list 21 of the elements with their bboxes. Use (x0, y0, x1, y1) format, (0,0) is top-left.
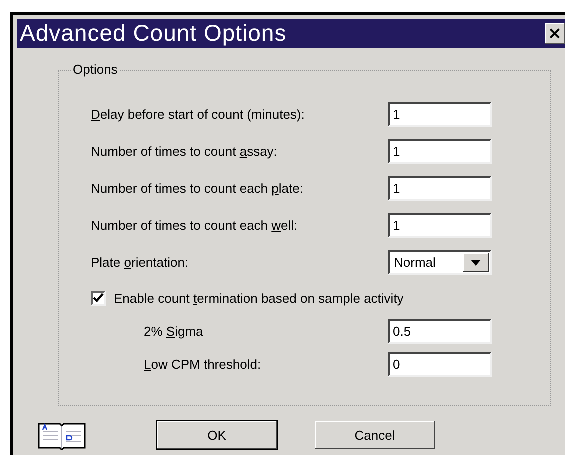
field-label: Number of times to count each plate: (91, 181, 304, 196)
field-label: Number of times to count each well: (91, 218, 299, 233)
input-field[interactable]: 1 (388, 176, 492, 201)
input-field[interactable]: 0.5 (388, 319, 492, 344)
checkbox[interactable] (91, 290, 106, 306)
field-label: Low CPM threshold: (144, 357, 262, 372)
input-field[interactable]: 1 (388, 139, 492, 164)
group-title: Options (71, 62, 120, 77)
input-field[interactable]: 0 (388, 352, 492, 377)
input-field[interactable]: 1 (388, 102, 492, 127)
field-label: Number of times to count assay: (91, 144, 278, 159)
field-label: 2% Sigma (144, 324, 204, 339)
window-title: Advanced Count Options (20, 20, 287, 47)
close-button[interactable]: × (545, 23, 565, 44)
field-label: Plate orientation: (91, 255, 190, 270)
checkbox-label: Enable count termination based on sample activity (114, 290, 404, 306)
cancel-button[interactable]: Cancel (315, 421, 435, 449)
ok-button[interactable]: OK (157, 421, 277, 449)
orientation-dropdown[interactable]: Normal (388, 250, 492, 275)
input-field[interactable]: 1 (388, 213, 492, 238)
field-label: Delay before start of count (minutes): (91, 107, 306, 122)
